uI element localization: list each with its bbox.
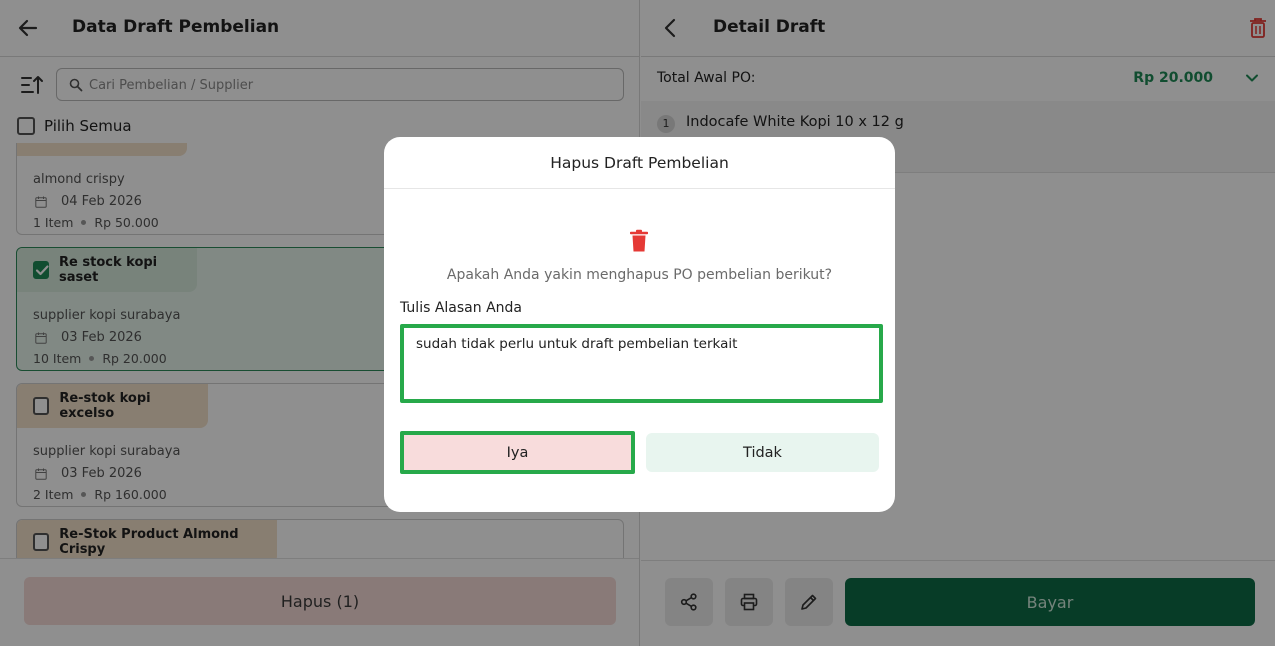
delete-confirm-dialog: Hapus Draft Pembelian Apakah Anda yakin … [384, 137, 895, 512]
dialog-title: Hapus Draft Pembelian [384, 137, 895, 189]
confirm-button[interactable]: Iya [400, 431, 635, 474]
cancel-button[interactable]: Tidak [646, 433, 879, 472]
reason-field[interactable]: sudah tidak perlu untuk draft pembelian … [400, 324, 883, 403]
dialog-question: Apakah Anda yakin menghapus PO pembelian… [446, 267, 833, 283]
reason-label: Tulis Alasan Anda [400, 300, 522, 316]
trash-icon [630, 229, 648, 252]
reason-input[interactable]: sudah tidak perlu untuk draft pembelian … [404, 328, 879, 399]
